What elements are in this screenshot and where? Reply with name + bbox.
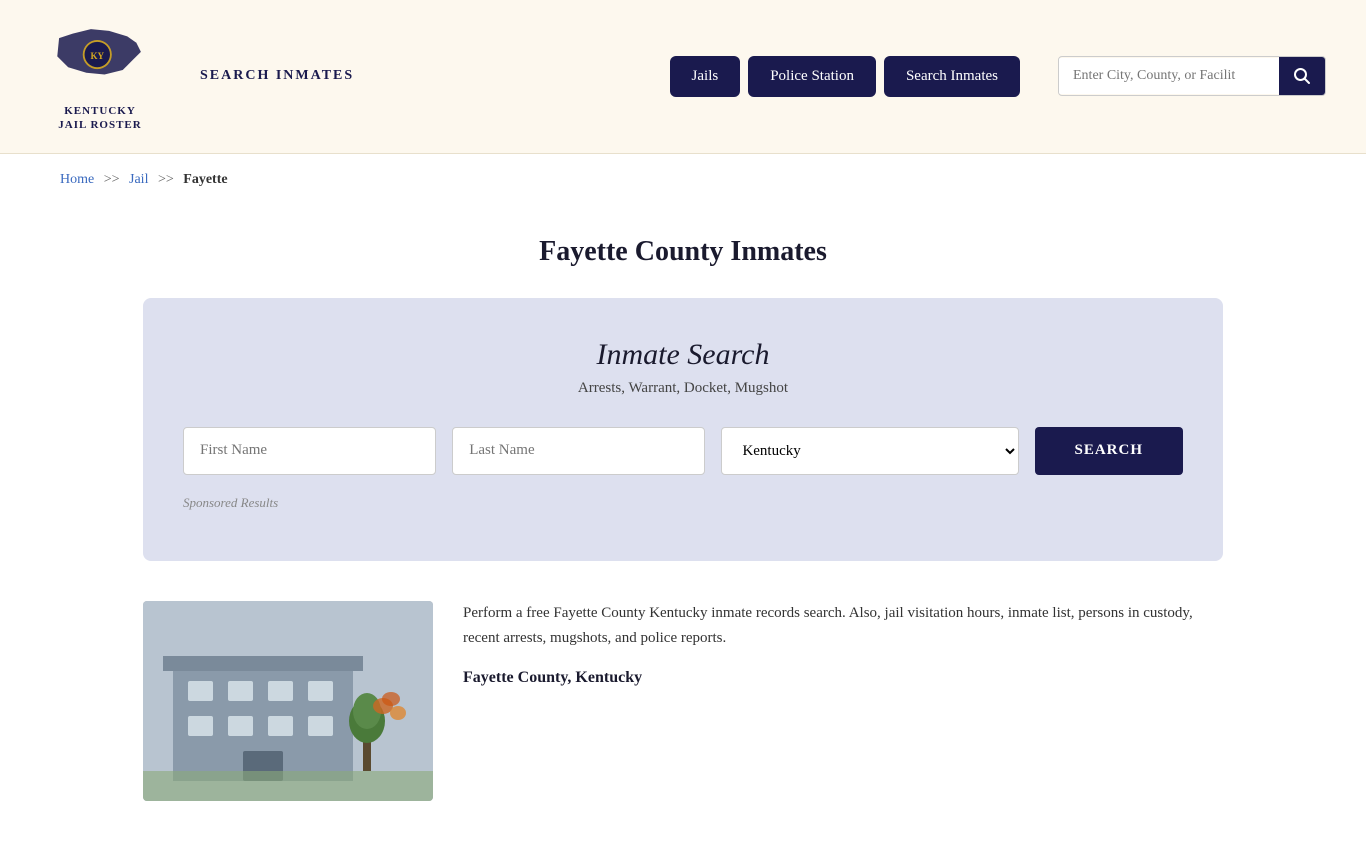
- page-title: Fayette County Inmates: [143, 236, 1223, 268]
- site-title: SEARCH INMATES: [200, 68, 354, 84]
- bottom-section: Perform a free Fayette County Kentucky i…: [143, 601, 1223, 801]
- kentucky-logo-svg: KY: [50, 20, 150, 93]
- first-name-input[interactable]: [183, 427, 436, 475]
- breadcrumb-sep-1: >>: [104, 172, 120, 187]
- breadcrumb-home[interactable]: Home: [60, 172, 94, 187]
- jail-image: [143, 601, 433, 801]
- sponsored-results-label: Sponsored Results: [183, 495, 1183, 511]
- main-content: Fayette County Inmates Inmate Search Arr…: [103, 206, 1263, 841]
- breadcrumb-current: Fayette: [183, 172, 227, 187]
- breadcrumb-sep-2: >>: [158, 172, 174, 187]
- main-nav: Jails Police Station Search Inmates: [670, 56, 1020, 97]
- description-subtitle: Fayette County, Kentucky: [463, 664, 1223, 691]
- description-paragraph: Perform a free Fayette County Kentucky i…: [463, 601, 1223, 652]
- inmate-search-title: Inmate Search: [183, 338, 1183, 372]
- search-inmates-nav-button[interactable]: Search Inmates: [884, 56, 1020, 97]
- svg-text:KY: KY: [90, 51, 104, 61]
- jails-nav-button[interactable]: Jails: [670, 56, 741, 97]
- search-fields: AlabamaAlaskaArizonaArkansasCaliforniaCo…: [183, 427, 1183, 475]
- search-submit-button[interactable]: SEARCH: [1035, 427, 1184, 475]
- state-select[interactable]: AlabamaAlaskaArizonaArkansasCaliforniaCo…: [721, 427, 1018, 475]
- description-text: Perform a free Fayette County Kentucky i…: [463, 601, 1223, 703]
- police-station-nav-button[interactable]: Police Station: [748, 56, 876, 97]
- search-icon: [1293, 67, 1311, 85]
- site-header: KY KENTUCKY JAIL ROSTER SEARCH INMATES J…: [0, 0, 1366, 154]
- logo-area: KY KENTUCKY JAIL ROSTER: [40, 20, 160, 133]
- last-name-input[interactable]: [452, 427, 705, 475]
- logo-text: KENTUCKY JAIL ROSTER: [58, 104, 141, 133]
- inmate-search-subtitle: Arrests, Warrant, Docket, Mugshot: [183, 380, 1183, 397]
- jail-building-svg: [143, 601, 433, 801]
- logo-image: KY: [50, 20, 150, 100]
- header-search-bar: [1058, 56, 1326, 96]
- inmate-search-box: Inmate Search Arrests, Warrant, Docket, …: [143, 298, 1223, 561]
- breadcrumb: Home >> Jail >> Fayette: [0, 154, 1366, 206]
- header-search-input[interactable]: [1059, 58, 1279, 94]
- breadcrumb-jail[interactable]: Jail: [129, 172, 148, 187]
- header-search-button[interactable]: [1279, 57, 1325, 95]
